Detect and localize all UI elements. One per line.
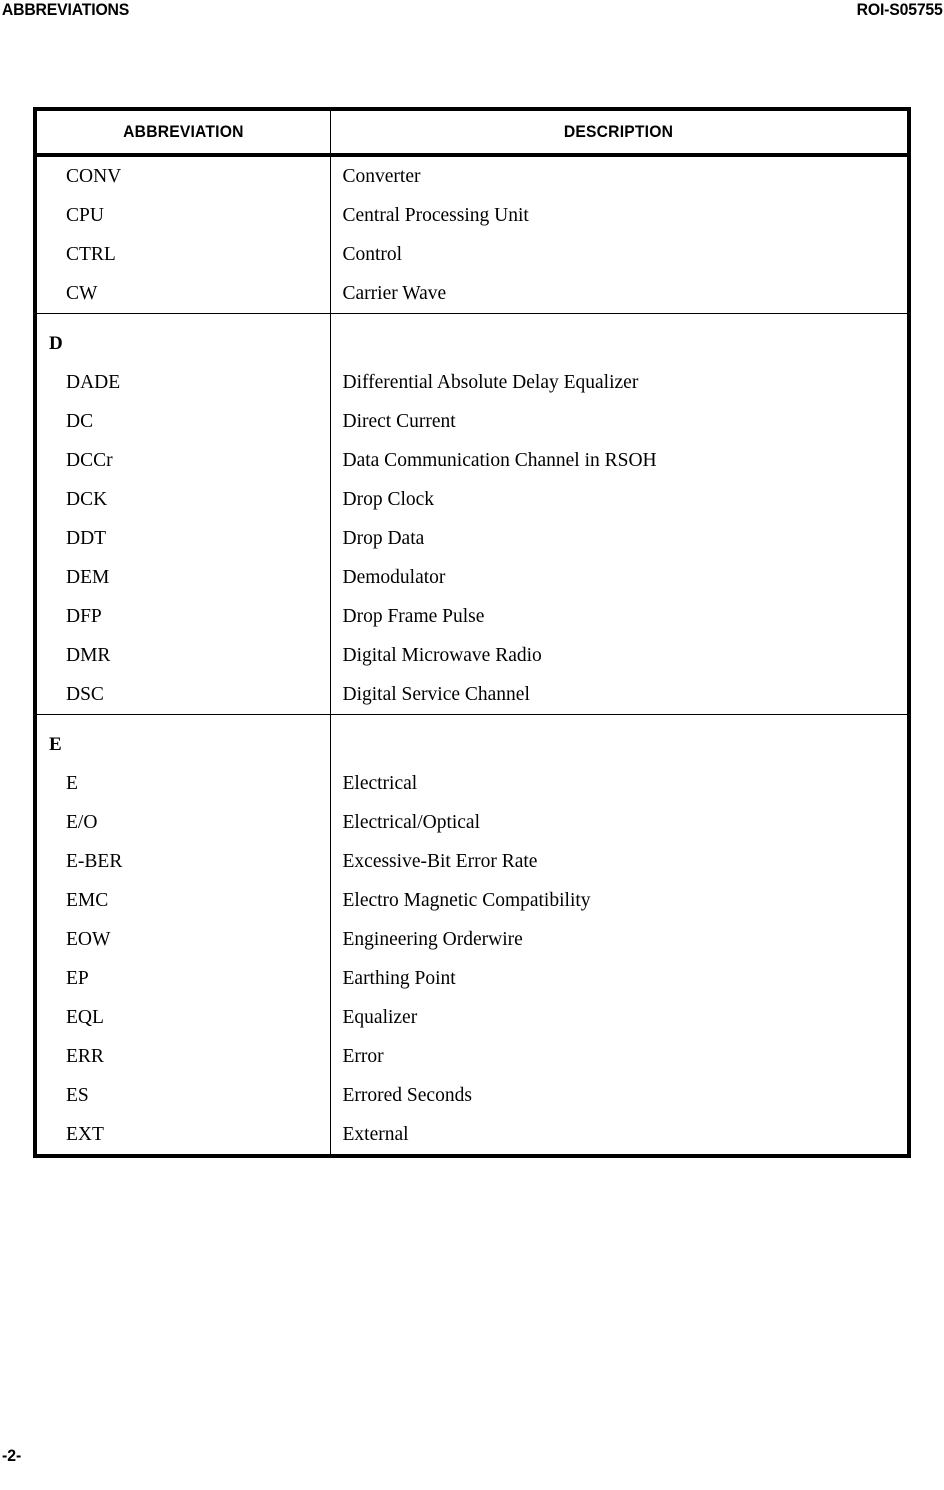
table-row: ERR Error bbox=[35, 1037, 909, 1076]
cell-abbreviation: DCCr bbox=[35, 441, 331, 480]
cell-abbreviation: DCK bbox=[35, 480, 331, 519]
cell-description: Drop Clock bbox=[342, 488, 435, 510]
cell-description: Central Processing Unit bbox=[342, 204, 529, 226]
cell-abbreviation: DDT bbox=[35, 519, 331, 558]
cell-description: Differential Absolute Delay Equalizer bbox=[342, 371, 639, 393]
cell-description: Electrical bbox=[342, 772, 418, 794]
column-header-description: DESCRIPTION bbox=[330, 109, 909, 157]
cell-abbreviation: CW bbox=[35, 274, 331, 314]
abbreviations-table: ABBREVIATION DESCRIPTION CONV Converter CP… bbox=[33, 107, 911, 1158]
cell-description: Converter bbox=[342, 165, 421, 187]
table-row: DEM Demodulator bbox=[35, 558, 909, 597]
page-number: -2- bbox=[2, 1446, 22, 1465]
table-body: CONV Converter CPU Central Processing Unit C… bbox=[35, 155, 909, 1156]
cell-abbreviation: E-BER bbox=[35, 842, 331, 881]
section-letter: E bbox=[35, 714, 331, 762]
table-row: EOW Engineering Orderwire bbox=[35, 920, 909, 959]
table-row: DADE Differential Absolute Delay Equalize… bbox=[35, 361, 909, 402]
cell-abbreviation: DEM bbox=[35, 558, 331, 597]
cell-description: Data Communication Channel in RSOH bbox=[342, 449, 657, 471]
cell-abbreviation: E/O bbox=[35, 803, 331, 842]
cell-description: Equalizer bbox=[342, 1006, 418, 1028]
section-divider-row: D bbox=[35, 313, 909, 361]
table-row: DCCr Data Communication Channel in RSOH bbox=[35, 441, 909, 480]
cell-abbreviation: ES bbox=[35, 1076, 331, 1115]
cell-description: External bbox=[342, 1123, 409, 1145]
table-row: CONV Converter bbox=[35, 155, 909, 196]
cell-abbreviation: CONV bbox=[35, 155, 331, 196]
cell-description: Digital Service Channel bbox=[342, 683, 530, 705]
table-row: DFP Drop Frame Pulse bbox=[35, 597, 909, 636]
cell-description: Drop Frame Pulse bbox=[342, 605, 485, 627]
table-row: DMR Digital Microwave Radio bbox=[35, 636, 909, 675]
cell-description: Drop Data bbox=[342, 527, 425, 549]
cell-abbreviation: EXT bbox=[35, 1115, 331, 1156]
table-row: E Electrical bbox=[35, 762, 909, 803]
cell-abbreviation: DFP bbox=[35, 597, 331, 636]
cell-description: Engineering Orderwire bbox=[342, 928, 523, 950]
table-row: E-BER Excessive-Bit Error Rate bbox=[35, 842, 909, 881]
table-row: EMC Electro Magnetic Compatibility bbox=[35, 881, 909, 920]
cell-abbreviation: ERR bbox=[35, 1037, 331, 1076]
cell-description: Excessive-Bit Error Rate bbox=[342, 850, 538, 872]
table-row: EXT External bbox=[35, 1115, 909, 1156]
cell-abbreviation: DADE bbox=[35, 361, 331, 402]
table-row: DDT Drop Data bbox=[35, 519, 909, 558]
cell-abbreviation: CPU bbox=[35, 196, 331, 235]
page-running-head: ABBREVIATIONS ROI-S05755 bbox=[0, 0, 944, 26]
document-number: ROI-S05755 bbox=[856, 0, 943, 19]
cell-description: Carrier Wave bbox=[342, 282, 447, 304]
column-header-abbreviation-label: ABBREVIATION bbox=[123, 122, 244, 141]
table-row: E/O Electrical/Optical bbox=[35, 803, 909, 842]
cell-abbreviation: EP bbox=[35, 959, 331, 998]
cell-description: Error bbox=[342, 1045, 384, 1067]
table-header: ABBREVIATION DESCRIPTION bbox=[35, 109, 909, 157]
section-divider-row: E bbox=[35, 714, 909, 762]
cell-description: Digital Microwave Radio bbox=[342, 644, 542, 666]
cell-abbreviation: DC bbox=[35, 402, 331, 441]
table-row: ES Errored Seconds bbox=[35, 1076, 909, 1115]
cell-abbreviation: DSC bbox=[35, 675, 331, 715]
table-row: DSC Digital Service Channel bbox=[35, 675, 909, 715]
table-header-row: ABBREVIATION DESCRIPTION bbox=[35, 109, 909, 157]
cell-description: Control bbox=[342, 243, 403, 265]
cell-description: Errored Seconds bbox=[342, 1084, 472, 1106]
cell-abbreviation: EMC bbox=[35, 881, 331, 920]
column-header-description-label: DESCRIPTION bbox=[564, 122, 674, 141]
section-letter: D bbox=[35, 313, 331, 361]
table-row: EP Earthing Point bbox=[35, 959, 909, 998]
table-row: EQL Equalizer bbox=[35, 998, 909, 1037]
cell-abbreviation: DMR bbox=[35, 636, 331, 675]
table-row: DC Direct Current bbox=[35, 402, 909, 441]
column-header-abbreviation: ABBREVIATION bbox=[35, 109, 331, 157]
table-row: CW Carrier Wave bbox=[35, 274, 909, 314]
table-row: DCK Drop Clock bbox=[35, 480, 909, 519]
cell-description: Electrical/Optical bbox=[342, 811, 481, 833]
cell-description: Direct Current bbox=[342, 410, 456, 432]
cell-abbreviation: EQL bbox=[35, 998, 331, 1037]
section-description-spacer bbox=[330, 714, 909, 762]
cell-description: Demodulator bbox=[342, 566, 446, 588]
section-description-spacer bbox=[330, 313, 909, 361]
table-row: CPU Central Processing Unit bbox=[35, 196, 909, 235]
table-row: CTRL Control bbox=[35, 235, 909, 274]
cell-abbreviation: CTRL bbox=[35, 235, 331, 274]
document-section-title: ABBREVIATIONS bbox=[1, 0, 130, 19]
cell-description: Earthing Point bbox=[342, 967, 456, 989]
cell-abbreviation: E bbox=[35, 762, 331, 803]
cell-description: Electro Magnetic Compatibility bbox=[342, 889, 591, 911]
cell-abbreviation: EOW bbox=[35, 920, 331, 959]
